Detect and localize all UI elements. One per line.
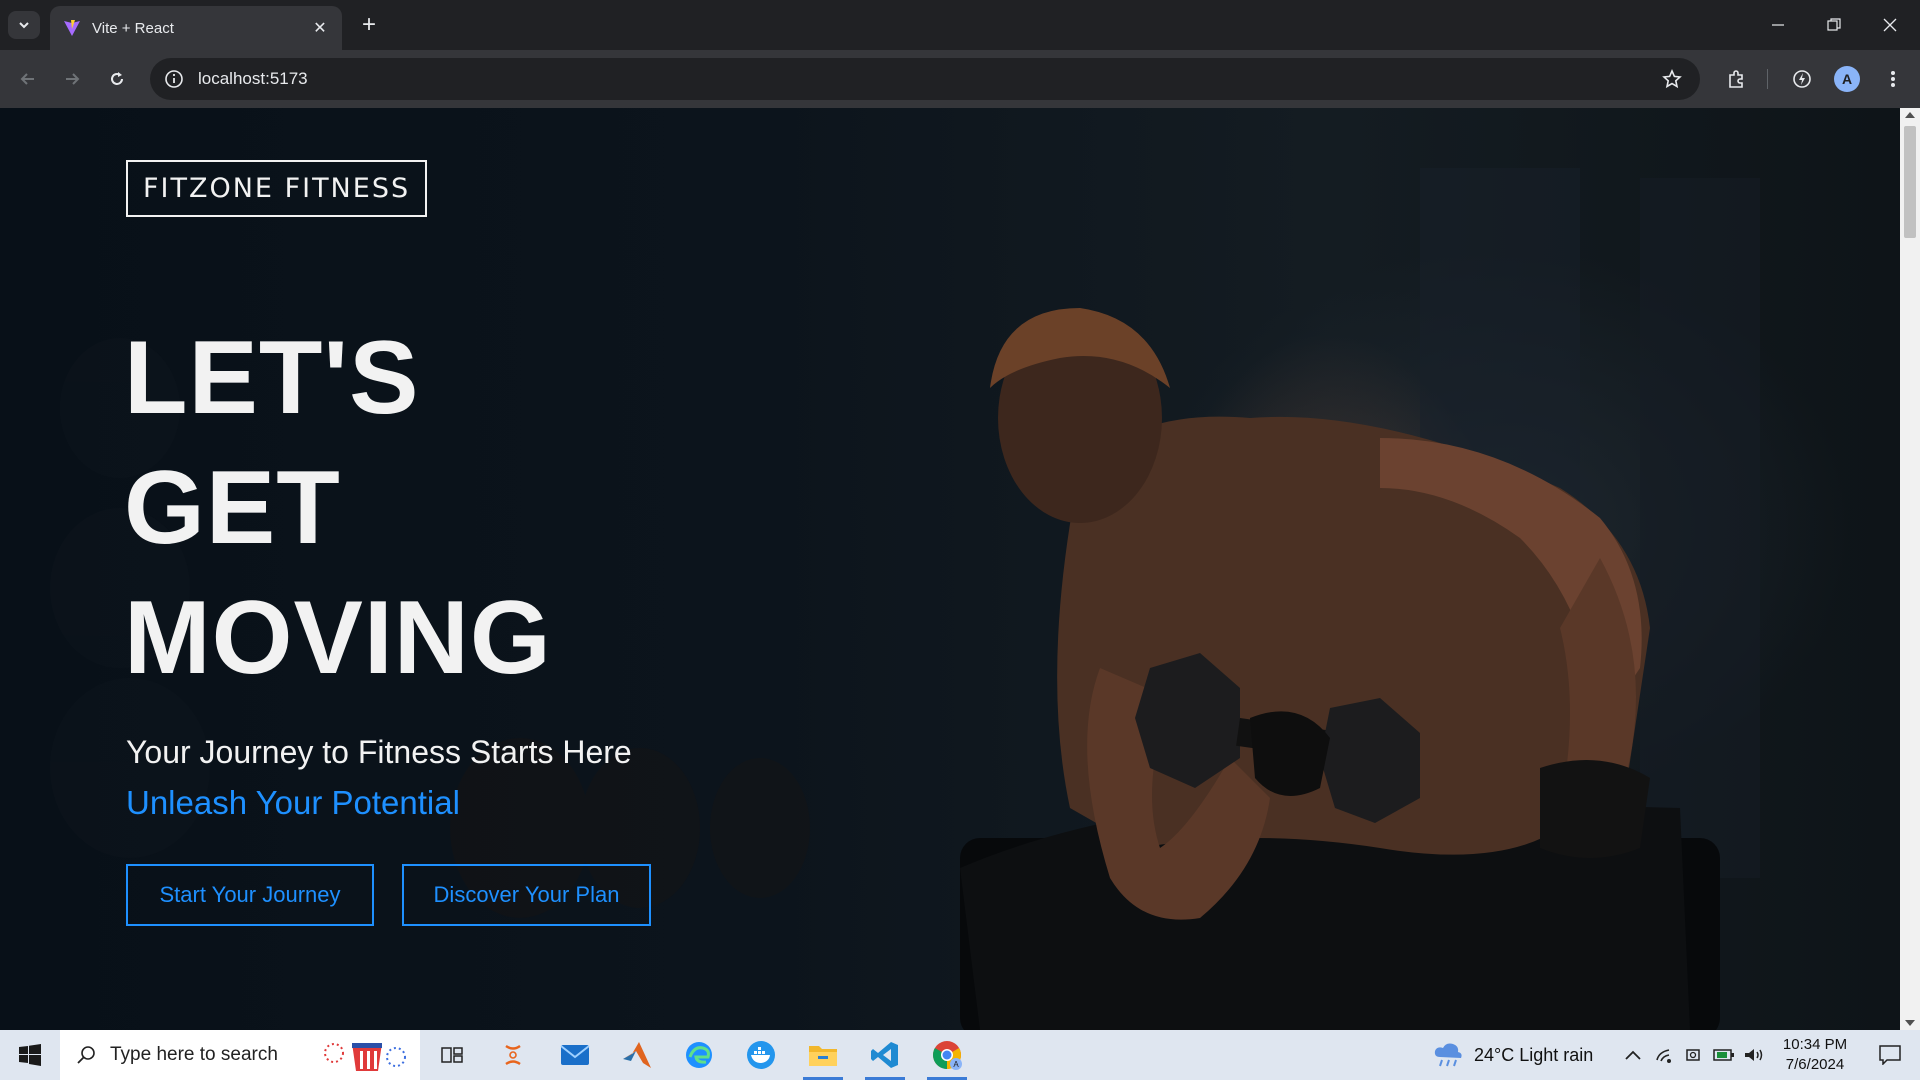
back-button[interactable] [12,63,44,95]
system-clock[interactable]: 10:34 PM 7/6/2024 [1770,1035,1860,1075]
taskbar-vscode[interactable] [857,1030,913,1080]
star-icon [1662,69,1682,89]
chevron-up-icon [1625,1050,1641,1060]
app-icon [505,1044,521,1066]
scroll-up-arrow-icon[interactable] [1905,112,1915,118]
edge-icon [686,1042,712,1068]
taskbar-app-orange[interactable] [485,1030,541,1080]
search-icon [77,1046,95,1064]
tab-title: Vite + React [92,19,174,37]
vscode-icon [871,1042,898,1068]
brand-logo[interactable]: FITZONE FITNESS [126,160,428,217]
docker-icon [747,1041,775,1069]
page-scrollbar[interactable] [1900,108,1920,1030]
bookmark-star-button[interactable] [1656,63,1688,95]
clock-time: 10:34 PM [1782,1036,1848,1053]
search-placeholder: Type here to search [110,1044,278,1065]
reload-button[interactable] [101,63,133,95]
close-window-button[interactable] [1862,0,1918,50]
tab-search-button[interactable] [8,11,40,39]
minimize-icon [1772,24,1784,26]
browser-tab[interactable]: Vite + React ✕ [50,6,342,50]
minimize-button[interactable] [1750,0,1806,50]
taskbar-search-box[interactable]: Type here to search [60,1030,420,1080]
clock-date: 7/6/2024 [1785,1056,1845,1073]
windows-taskbar: Type here to search A 24°C Light rain 10… [0,1030,1920,1080]
new-tab-button[interactable]: + [354,10,384,40]
toolbar-divider [1767,69,1768,89]
address-bar[interactable]: localhost:5173 [150,58,1700,100]
weather-text: 24°C Light rain [1474,1044,1594,1065]
search-highlight-icon [323,1043,406,1071]
mail-icon [560,1045,590,1065]
taskbar-edge[interactable] [671,1030,727,1080]
reload-icon [111,72,123,85]
tab-close-icon[interactable]: ✕ [310,18,330,38]
notification-icon [1879,1045,1901,1065]
taskbar-mail[interactable] [547,1030,603,1080]
hero-tagline: Your Journey to Fitness Starts Here [126,734,632,770]
restore-icon [1827,18,1841,31]
battery-tray-icon[interactable] [1713,1030,1735,1080]
taskbar-chrome[interactable]: A [919,1030,975,1080]
camera-icon [1686,1049,1700,1061]
scrollbar-thumb[interactable] [1904,126,1916,238]
site-info-icon[interactable] [164,69,184,89]
arrow-left-icon [20,73,34,85]
more-vert-icon [1891,71,1895,87]
show-hidden-icons-button[interactable] [1624,1030,1642,1080]
chevron-down-icon [19,22,29,29]
speedometer-icon [1793,70,1811,88]
profile-avatar[interactable]: A [1834,66,1860,92]
chrome-icon: A [933,1041,962,1070]
task-view-icon [441,1047,463,1063]
browser-tab-bar: Vite + React ✕ + [0,0,1920,50]
task-view-button[interactable] [424,1030,480,1080]
restore-button[interactable] [1806,0,1862,50]
windows-logo-icon [19,1044,41,1066]
notification-center-button[interactable] [1862,1030,1918,1080]
folder-icon [809,1046,837,1066]
forward-button[interactable] [56,63,88,95]
url-text[interactable]: localhost:5173 [198,69,308,89]
volume-tray-icon[interactable] [1743,1030,1765,1080]
meet-now-tray-icon[interactable] [1685,1030,1703,1080]
extensions-button[interactable] [1720,63,1752,95]
browser-toolbar: localhost:5173 A [0,50,1920,108]
vite-favicon-icon [64,20,80,36]
matlab-icon [623,1042,651,1068]
headline-line-2: GET [124,450,341,566]
taskbar-docker[interactable] [733,1030,789,1080]
start-journey-button[interactable]: Start Your Journey [126,864,374,926]
battery-icon [1713,1049,1734,1061]
performance-button[interactable] [1786,63,1818,95]
rain-cloud-icon [1434,1043,1462,1067]
puzzle-icon [1729,70,1743,88]
start-button[interactable] [0,1030,60,1080]
discover-plan-button[interactable]: Discover Your Plan [402,864,651,926]
taskbar-matlab[interactable] [609,1030,665,1080]
network-tray-icon[interactable] [1655,1030,1675,1080]
page-viewport: FITZONE FITNESS LET'S GET MOVING Your Jo… [0,108,1920,1030]
scroll-down-arrow-icon[interactable] [1905,1020,1915,1026]
hero-subline: Unleash Your Potential [126,784,460,821]
browser-menu-button[interactable] [1877,63,1909,95]
hero-headline: LET'S GET MOVING [124,313,552,703]
arrow-right-icon [66,73,80,85]
taskbar-file-explorer[interactable] [795,1030,851,1080]
wifi-icon [1656,1049,1671,1063]
headline-line-1: LET'S [124,320,420,436]
close-icon [1883,18,1897,32]
profile-badge-letter: A [953,1060,959,1069]
headline-line-3: MOVING [124,580,552,696]
speaker-icon [1745,1049,1763,1061]
weather-widget[interactable]: 24°C Light rain [1432,1030,1593,1080]
